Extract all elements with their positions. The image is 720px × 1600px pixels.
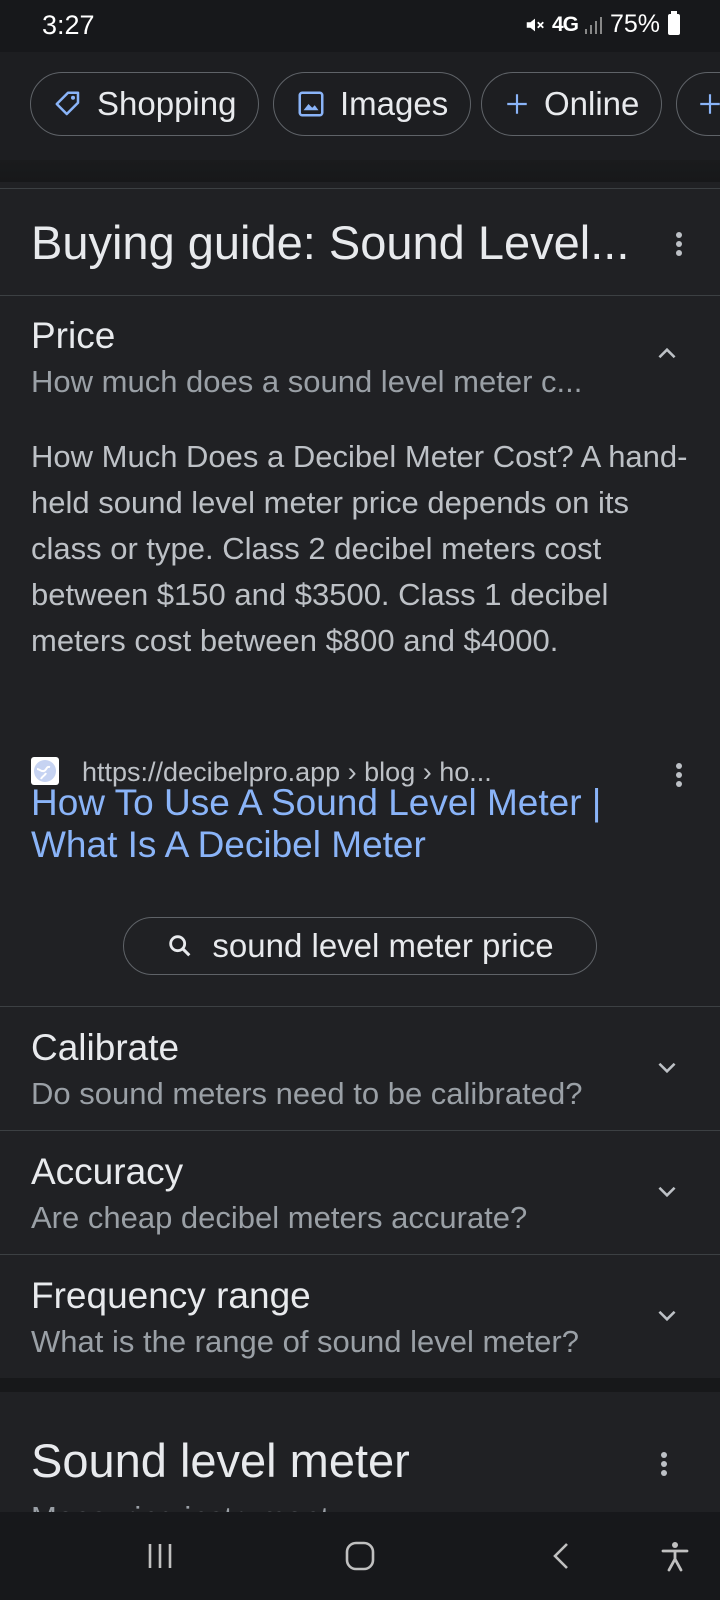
globe-icon [34, 760, 56, 782]
divider [0, 188, 720, 189]
chevron-down-icon[interactable] [654, 1302, 680, 1328]
more-options-icon[interactable] [674, 760, 684, 790]
back-icon [553, 1543, 568, 1569]
accordion-question: What is the range of sound level meter? [31, 1324, 579, 1359]
divider [0, 1006, 720, 1007]
accordion-question: Do sound meters need to be calibrated? [31, 1076, 583, 1111]
answer-snippet: How Much Does a Decibel Meter Cost? A ha… [31, 439, 688, 658]
accordion-title: Frequency range [31, 1275, 311, 1316]
chevron-up-icon[interactable] [654, 341, 680, 367]
home-icon [345, 1541, 375, 1571]
accordion-question: Are cheap decibel meters accurate? [31, 1200, 528, 1235]
accordion-question: How much does a sound level meter c... [31, 364, 583, 399]
chip-label: Online [544, 85, 640, 122]
chevron-down-icon[interactable] [654, 1178, 680, 1204]
more-options-icon[interactable] [674, 229, 684, 259]
mute-icon [526, 18, 544, 31]
network-type: 4G [551, 12, 579, 36]
divider [0, 1254, 720, 1255]
battery-icon [668, 11, 680, 35]
accordion-title: Calibrate [31, 1027, 180, 1068]
tag-icon [55, 91, 80, 116]
back-button[interactable] [538, 1532, 586, 1580]
result-title-link[interactable]: How To Use A Sound Level Meter | What Is… [31, 782, 671, 866]
plus-icon [507, 94, 527, 114]
status-time: 3:27 [42, 10, 95, 40]
search-suggestion-chip[interactable]: sound level meter price [123, 917, 597, 975]
search-suggestion-text: sound level meter price [212, 927, 554, 964]
chip-label: Images [340, 85, 449, 122]
accordion-title: Accuracy [31, 1151, 184, 1192]
system-nav-bar [0, 1512, 720, 1600]
source-favicon [31, 757, 59, 785]
divider [0, 295, 720, 296]
chips-shadow [0, 160, 720, 182]
chip-shopping[interactable]: Shopping [30, 72, 260, 136]
chip-label: Shopping [97, 85, 237, 122]
more-options-icon[interactable] [659, 1449, 669, 1479]
chip-images[interactable]: Images [273, 72, 472, 136]
knowledge-panel-title: Sound level meter [31, 1434, 410, 1487]
battery-percent: 75% [609, 10, 660, 38]
image-icon [298, 91, 324, 117]
status-bar: 3:27 4G 75% [0, 0, 720, 52]
section-separator [0, 1378, 720, 1392]
chevron-down-icon[interactable] [654, 1054, 680, 1080]
signal-icon [584, 16, 602, 34]
recent-apps-icon [148, 1544, 172, 1568]
accordion-title: Price [31, 315, 116, 356]
accessibility-icon [661, 1542, 689, 1572]
plus-icon [700, 94, 720, 114]
chip-online[interactable]: Online [481, 72, 663, 136]
search-icon [169, 935, 191, 957]
home-button[interactable] [336, 1532, 384, 1580]
recent-apps-button[interactable] [136, 1532, 184, 1580]
buying-guide-title: Buying guide: Sound Level... [31, 216, 630, 269]
divider [0, 1130, 720, 1131]
knowledge-panel-subtitle: Measuring instrument [31, 1500, 329, 1512]
status-icons: 4G 75% [524, 10, 680, 39]
accessibility-button[interactable] [651, 1532, 699, 1580]
chip-more[interactable] [676, 72, 720, 136]
